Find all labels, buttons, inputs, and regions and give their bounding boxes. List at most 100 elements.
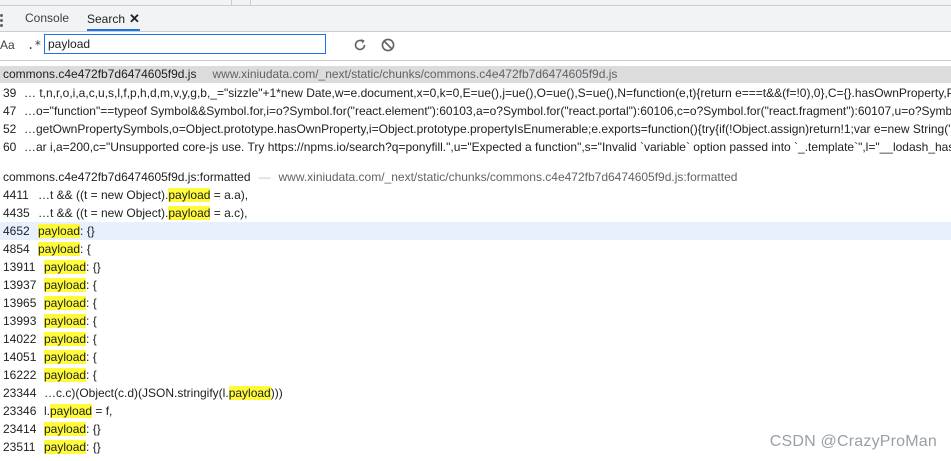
- result-file-header[interactable]: commons.c4e472fb7d6474605f9d.js:formatte…: [0, 169, 951, 186]
- line-number: 13937: [3, 278, 37, 292]
- result-row[interactable]: 39 … t,n,r,o,i,a,c,u,s,l,f,p,h,d,m,v,y,g,…: [0, 84, 951, 102]
- result-row[interactable]: 23346 l.payload = f,: [0, 402, 951, 420]
- result-row[interactable]: 4652 payload: {}: [0, 222, 951, 240]
- code-text: …c.c)(Object(c.d)(JSON.stringify(l.: [44, 386, 229, 400]
- result-code: …t && ((t = new Object).payload = a.c),: [38, 204, 247, 222]
- result-row[interactable]: 13965 payload: {: [0, 294, 951, 312]
- tab-console[interactable]: Console: [25, 6, 69, 31]
- code-text: …t && ((t = new Object).: [38, 206, 169, 220]
- result-row[interactable]: 47 …o="function"==typeof Symbol&&Symbol.f…: [0, 102, 951, 120]
- result-code: … t,n,r,o,i,a,c,u,s,l,f,p,h,d,m,v,y,g,b,…: [24, 84, 951, 102]
- result-row[interactable]: 13993 payload: {: [0, 312, 951, 330]
- code-text: : {: [86, 368, 97, 382]
- match-highlight: payload: [44, 368, 87, 382]
- result-file-name: commons.c4e472fb7d6474605f9d.js: [3, 67, 197, 81]
- line-number: 47: [3, 104, 17, 118]
- line-number: 14022: [3, 332, 37, 346]
- result-code: l.payload = f,: [44, 402, 112, 420]
- code-text: … t,n,r,o,i,a,c,u,s,l,f,p,h,d,m,v,y,g,b,…: [24, 86, 951, 100]
- code-text: : {: [86, 314, 97, 328]
- result-file-path: www.xiniudata.com/_next/static/chunks/co…: [267, 170, 738, 184]
- match-highlight: payload: [44, 314, 87, 328]
- match-highlight: payload: [168, 206, 211, 220]
- result-row[interactable]: 16222 payload: {: [0, 366, 951, 384]
- match-highlight: payload: [168, 188, 211, 202]
- result-file-header[interactable]: commons.c4e472fb7d6474605f9d.js www.xiniu…: [0, 66, 951, 83]
- code-text: : {: [86, 278, 97, 292]
- line-number: 13911: [3, 260, 36, 274]
- tab-label: Console: [25, 11, 70, 25]
- line-number: 13993: [3, 314, 37, 328]
- result-row[interactable]: 13911 payload: {}: [0, 258, 951, 276]
- line-number: 4652: [3, 224, 30, 238]
- result-code: …c.c)(Object(c.d)(JSON.stringify(l.paylo…: [44, 384, 283, 402]
- match-highlight: payload: [44, 260, 87, 274]
- result-code: payload: {: [44, 366, 97, 384]
- result-code: payload: {: [44, 294, 97, 312]
- match-highlight: payload: [44, 350, 87, 364]
- line-number: 39: [3, 86, 17, 100]
- line-number: 14051: [3, 350, 37, 364]
- result-row[interactable]: 13937 payload: {: [0, 276, 951, 294]
- refresh-icon[interactable]: [352, 37, 368, 53]
- code-text: : {: [86, 296, 97, 310]
- code-text: : {: [86, 332, 97, 346]
- code-text: = a.c),: [210, 206, 248, 220]
- line-number: 23414: [3, 422, 37, 436]
- result-row[interactable]: 23344 …c.c)(Object(c.d)(JSON.stringify(l.…: [0, 384, 951, 402]
- code-text: = a.a),: [210, 188, 249, 202]
- line-number: 16222: [3, 368, 37, 382]
- line-number: 52: [3, 122, 17, 136]
- match-highlight: payload: [44, 422, 87, 436]
- tab-label: Search: [87, 12, 126, 26]
- match-highlight: payload: [38, 224, 81, 238]
- match-highlight: payload: [44, 278, 87, 292]
- close-tab-icon[interactable]: ✕: [129, 11, 140, 26]
- regex-button[interactable]: .*: [27, 38, 41, 52]
- line-number: 23346: [3, 404, 37, 418]
- search-toolbar: Aa .*: [0, 32, 951, 61]
- line-number: 60: [3, 140, 17, 154]
- result-code: payload: {}: [44, 258, 101, 276]
- result-code: payload: {: [44, 312, 97, 330]
- match-highlight: payload: [44, 332, 87, 346]
- result-row[interactable]: 4411 …t && ((t = new Object).payload = a.…: [0, 186, 951, 204]
- drawer-menu-icon[interactable]: [0, 14, 4, 29]
- result-row[interactable]: 60 …ar i,a=200,c="Unsupported core-js use…: [0, 138, 951, 156]
- code-text: : {}: [86, 440, 101, 454]
- match-highlight: payload: [38, 242, 81, 256]
- code-text: : {}: [80, 224, 95, 238]
- code-text: …o="function"==typeof Symbol&&Symbol.for…: [24, 104, 951, 118]
- line-number: 13965: [3, 296, 37, 310]
- clear-icon[interactable]: [380, 37, 396, 53]
- code-text: …ar i,a=200,c="Unsupported core-js use. …: [24, 140, 951, 154]
- result-row[interactable]: 14022 payload: {: [0, 330, 951, 348]
- result-code: …o="function"==typeof Symbol&&Symbol.for…: [24, 102, 951, 120]
- result-file-path: www.xiniudata.com/_next/static/chunks/co…: [212, 67, 618, 81]
- line-number: 4854: [3, 242, 30, 256]
- match-highlight: payload: [50, 404, 93, 418]
- result-row[interactable]: 4435 …t && ((t = new Object).payload = a.…: [0, 204, 951, 222]
- result-row[interactable]: 14051 payload: {: [0, 348, 951, 366]
- result-code: …getOwnPropertySymbols,o=Object.prototyp…: [24, 120, 951, 138]
- result-code: payload: {}: [44, 420, 101, 438]
- result-row[interactable]: 52 …getOwnPropertySymbols,o=Object.protot…: [0, 120, 951, 138]
- result-file-name: commons.c4e472fb7d6474605f9d.js:formatte…: [3, 170, 251, 184]
- result-code: …ar i,a=200,c="Unsupported core-js use. …: [24, 138, 951, 156]
- search-input[interactable]: [44, 34, 326, 54]
- match-case-button[interactable]: Aa: [0, 38, 15, 52]
- result-code: payload: {}: [44, 438, 101, 456]
- code-text: ))): [270, 386, 283, 400]
- code-text: : {}: [86, 422, 101, 436]
- code-text: = f,: [92, 404, 113, 418]
- line-number: 23344: [3, 386, 37, 400]
- result-code: payload: {: [44, 348, 97, 366]
- match-highlight: payload: [228, 386, 271, 400]
- match-highlight: payload: [44, 296, 87, 310]
- result-row[interactable]: 4854 payload: {: [0, 240, 951, 258]
- line-number: 4435: [3, 206, 30, 220]
- tab-search[interactable]: Search ✕: [87, 6, 140, 31]
- watermark-text: CSDN @CrazyProMan: [769, 433, 937, 450]
- result-code: payload: {: [38, 240, 91, 258]
- match-highlight: payload: [44, 440, 87, 454]
